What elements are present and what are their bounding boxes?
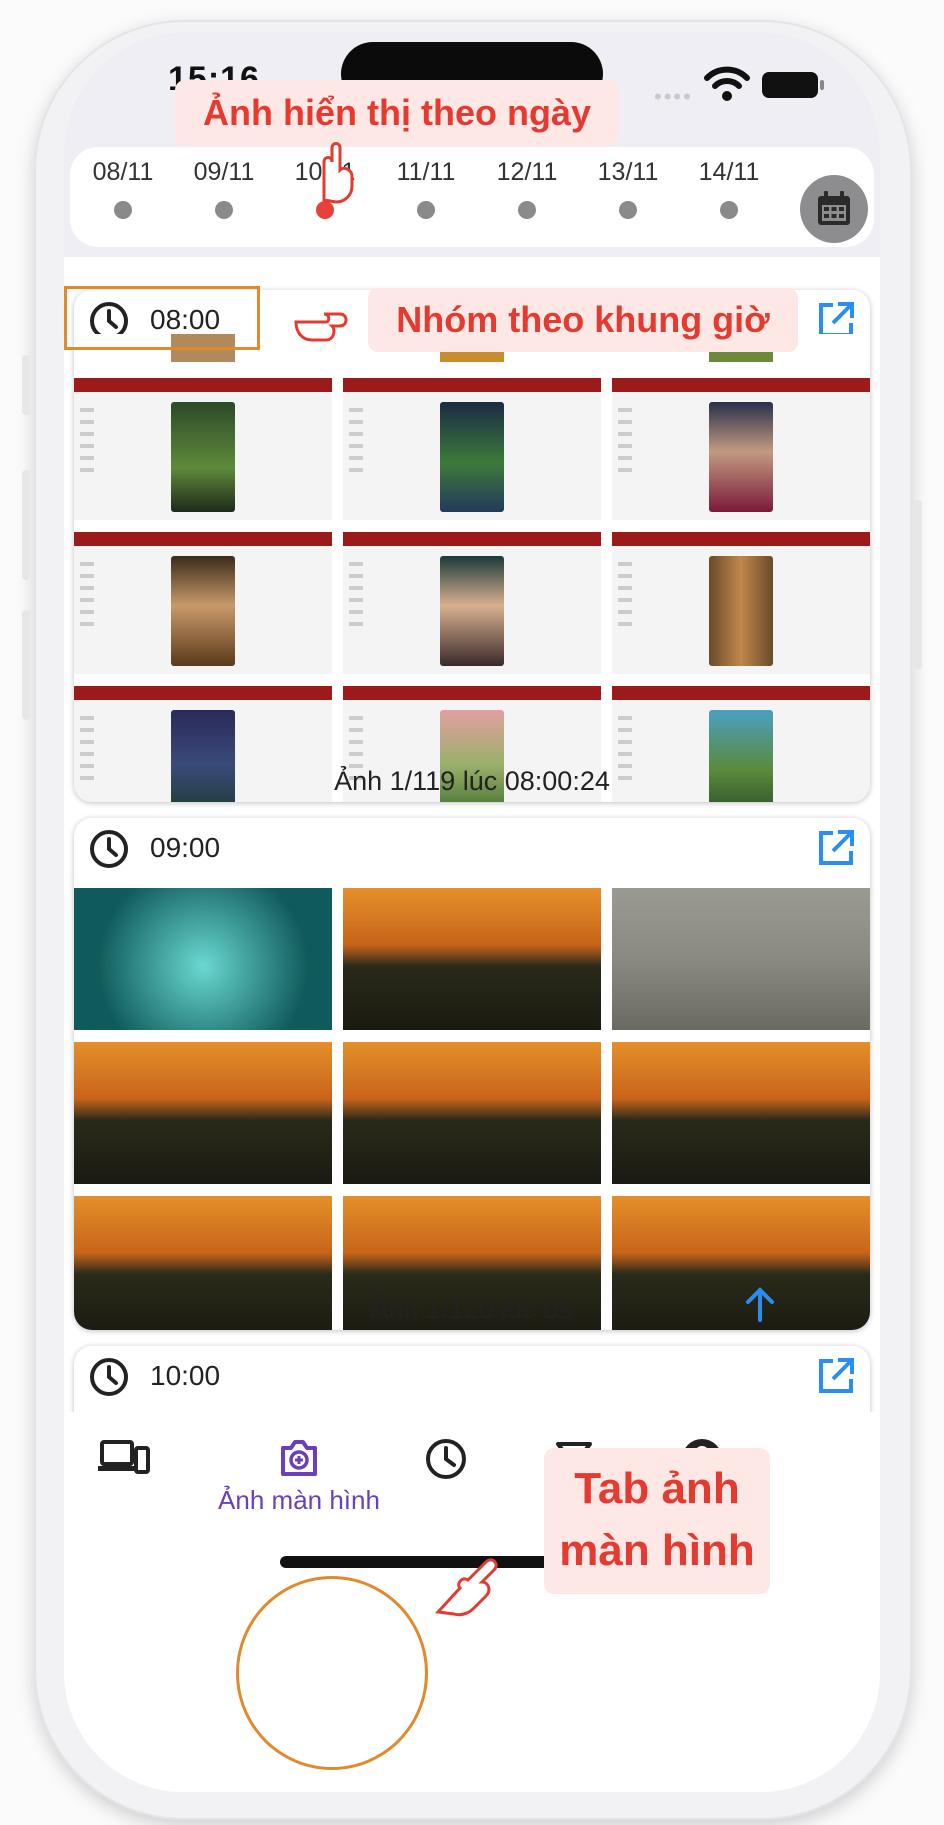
date-label: 08/11 bbox=[92, 158, 154, 186]
wifi-icon bbox=[704, 66, 750, 101]
date-item[interactable]: 14/11 bbox=[684, 155, 774, 219]
nav-item-screenshots[interactable]: Ảnh màn hình bbox=[214, 1436, 384, 1516]
date-dot bbox=[114, 201, 132, 219]
annotation-tab-line2: màn hình bbox=[559, 1526, 755, 1575]
clock-icon bbox=[90, 830, 128, 868]
volume-button bbox=[22, 610, 30, 720]
signal-icon: •••• bbox=[654, 84, 693, 109]
screenshot-thumbnail[interactable] bbox=[74, 888, 332, 1030]
camera-icon bbox=[281, 1440, 317, 1476]
pointing-hand-icon bbox=[434, 1558, 498, 1617]
phone-mockup: 15:16 •••• 08/11 09/11 10/1 bbox=[0, 0, 944, 1825]
pointing-hand-icon bbox=[322, 142, 354, 204]
nav-label-screenshots: Ảnh màn hình bbox=[218, 1485, 380, 1515]
screenshot-thumbnail[interactable] bbox=[612, 532, 870, 674]
devices-icon bbox=[98, 1440, 150, 1474]
volume-button bbox=[22, 355, 30, 415]
date-dot bbox=[518, 201, 536, 219]
pointing-hand-icon bbox=[294, 312, 348, 342]
screenshot-group-card[interactable]: 08:00 Ảnh 1/119 lúc 08:00:24 bbox=[74, 290, 870, 802]
date-label: 11/11 bbox=[396, 158, 456, 186]
card-header: 10:00 bbox=[74, 1346, 870, 1406]
date-dot bbox=[215, 201, 233, 219]
power-button bbox=[914, 500, 922, 670]
date-item[interactable]: 12/11 bbox=[482, 155, 572, 219]
screenshot-thumbnail[interactable] bbox=[74, 378, 332, 520]
date-dot bbox=[619, 201, 637, 219]
nav-item-devices[interactable] bbox=[64, 1436, 184, 1485]
date-label: 09/11 bbox=[193, 158, 255, 186]
screenshot-group-card[interactable]: 09:00 Ảnh 1/120 lúc 09 bbox=[74, 818, 870, 1330]
date-label: 12/11 bbox=[496, 158, 558, 186]
group-time: 10:00 bbox=[150, 1360, 221, 1391]
calendar-button[interactable] bbox=[800, 175, 868, 243]
screenshot-thumbnail[interactable] bbox=[612, 888, 870, 1030]
screenshot-thumbnail[interactable] bbox=[343, 888, 601, 1030]
date-label: 14/11 bbox=[698, 158, 760, 186]
date-dot bbox=[417, 201, 435, 219]
date-item[interactable]: 13/11 bbox=[583, 155, 673, 219]
volume-button bbox=[22, 470, 30, 580]
group-caption: Ảnh 1/119 lúc 08:00:24 bbox=[334, 766, 610, 796]
card-header: 09:00 bbox=[74, 818, 870, 878]
annotation-tab-line1: Tab ảnh bbox=[574, 1464, 740, 1513]
nav-item-history[interactable] bbox=[386, 1436, 506, 1487]
screenshot-thumbnail[interactable] bbox=[343, 1042, 601, 1184]
annotation-group: Nhóm theo khung giờ bbox=[368, 288, 798, 352]
open-external-icon[interactable] bbox=[816, 828, 856, 868]
annotation-tab: Tab ảnh màn hình bbox=[544, 1448, 770, 1594]
calendar-icon bbox=[818, 191, 850, 225]
date-dot bbox=[720, 201, 738, 219]
history-clock-icon bbox=[426, 1439, 466, 1479]
group-time: 09:00 bbox=[150, 832, 221, 863]
screenshot-thumbnail[interactable] bbox=[612, 1042, 870, 1184]
date-item[interactable]: 09/11 bbox=[179, 155, 269, 219]
scroll-to-top-icon[interactable] bbox=[740, 1284, 780, 1324]
annotation-dates: Ảnh hiển thị theo ngày bbox=[175, 80, 619, 146]
highlight-box bbox=[64, 286, 260, 350]
open-external-icon[interactable] bbox=[816, 1356, 856, 1396]
date-item[interactable]: 11/11 bbox=[381, 155, 471, 219]
highlight-circle bbox=[236, 1576, 428, 1770]
screenshot-thumbnail[interactable] bbox=[612, 378, 870, 520]
clock-icon bbox=[90, 1358, 128, 1396]
date-strip: 08/11 09/11 10/11 11/11 12/11 bbox=[70, 147, 874, 247]
battery-icon bbox=[762, 72, 824, 98]
home-indicator bbox=[280, 1556, 578, 1568]
screenshot-thumbnail[interactable] bbox=[343, 378, 601, 520]
screenshot-thumbnail[interactable] bbox=[74, 532, 332, 674]
date-label: 13/11 bbox=[597, 158, 659, 186]
date-item[interactable]: 08/11 bbox=[78, 155, 168, 219]
screenshot-thumbnail[interactable] bbox=[74, 1042, 332, 1184]
screenshot-thumbnail[interactable] bbox=[343, 532, 601, 674]
